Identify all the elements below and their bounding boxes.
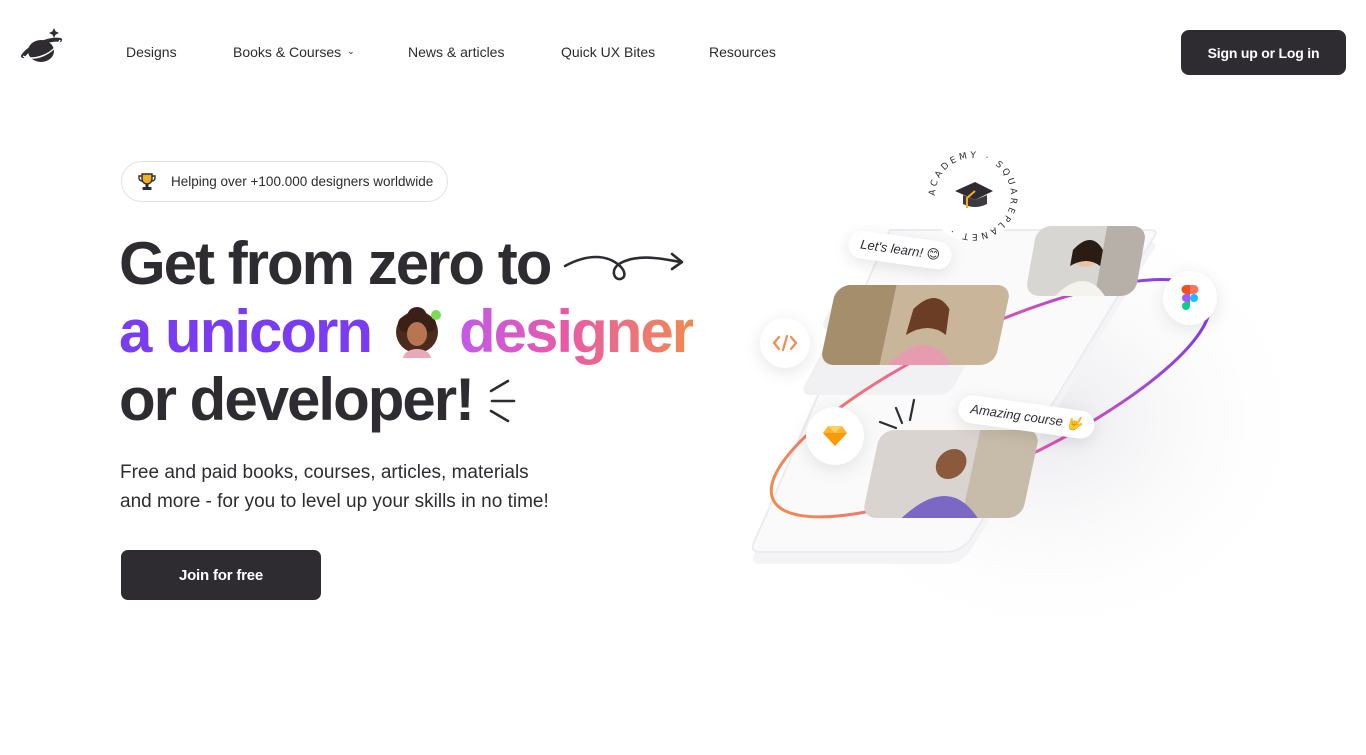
code-icon	[760, 318, 810, 368]
course-photo-1	[1024, 226, 1148, 296]
signup-login-button[interactable]: Sign up or Log in	[1181, 30, 1346, 75]
course-photo-3	[861, 430, 1041, 518]
headline-unicorn: a unicorn	[119, 298, 373, 365]
hero-illustration: ACADEMY · SQUAREPLANET · Let's learn! 😊 …	[720, 140, 1320, 660]
sparkle-lines-icon	[489, 379, 516, 423]
main-nav: Designs Books & Courses ⌄ News & articles…	[126, 44, 776, 60]
course-photo-2	[819, 285, 1012, 365]
figma-icon	[1163, 271, 1217, 325]
headline-line-3: or developer!	[119, 366, 475, 433]
academy-seal: ACADEMY · SQUAREPLANET ·	[927, 150, 1019, 242]
headline-line-2: a unicorn designer	[119, 302, 695, 362]
nav-news-articles[interactable]: News & articles	[408, 44, 561, 60]
nav-books-courses[interactable]: Books & Courses ⌄	[233, 44, 408, 60]
rock-hand-icon: 🤟	[1065, 414, 1084, 432]
headline-line-1: Get from zero to	[119, 230, 552, 297]
hero-description: Free and paid books, courses, articles, …	[120, 462, 549, 512]
sketch-icon	[806, 407, 864, 465]
trophy-icon	[138, 172, 156, 190]
trust-badge: Helping over +100.000 designers worldwid…	[121, 161, 449, 202]
planet-logo-icon[interactable]	[20, 26, 64, 70]
headline-designer: designer	[459, 298, 695, 365]
nav-designs[interactable]: Designs	[126, 44, 233, 60]
nav-resources[interactable]: Resources	[709, 44, 776, 60]
smile-emoji-icon: 😊	[925, 245, 942, 263]
join-free-button[interactable]: Join for free	[121, 550, 321, 600]
loop-arrow-icon	[563, 252, 684, 281]
chevron-down-icon: ⌄	[347, 45, 355, 56]
badge-text: Helping over +100.000 designers worldwid…	[171, 174, 434, 189]
nav-quick-ux-bites[interactable]: Quick UX Bites	[561, 44, 709, 60]
avatar	[389, 302, 445, 358]
